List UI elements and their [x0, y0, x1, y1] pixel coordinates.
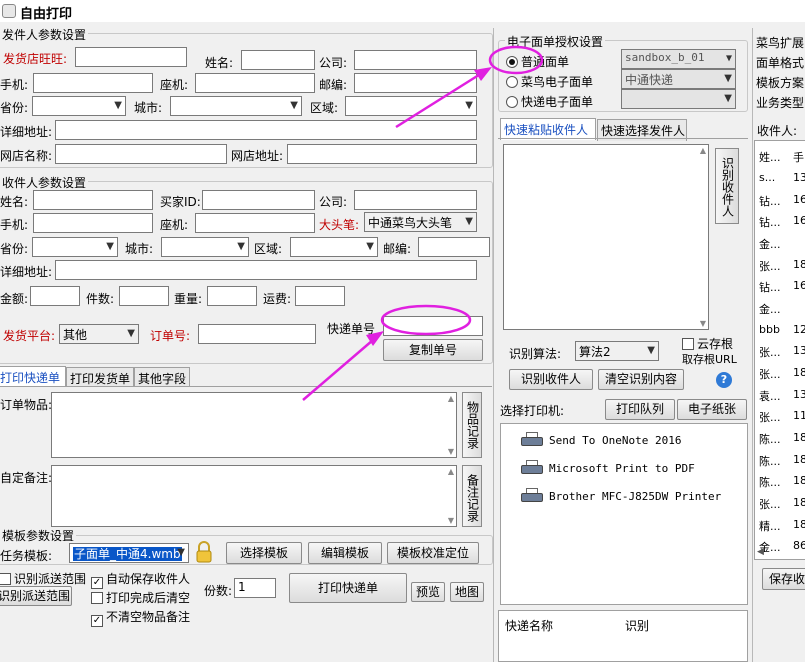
annotation-arrowhead — [474, 67, 492, 81]
annotation-ellipse — [380, 304, 472, 336]
annotation-arrow-line — [302, 339, 374, 401]
annotation-arrow-line — [395, 71, 483, 129]
annotation-overlay — [302, 45, 544, 401]
annotation-ellipse — [488, 45, 544, 75]
